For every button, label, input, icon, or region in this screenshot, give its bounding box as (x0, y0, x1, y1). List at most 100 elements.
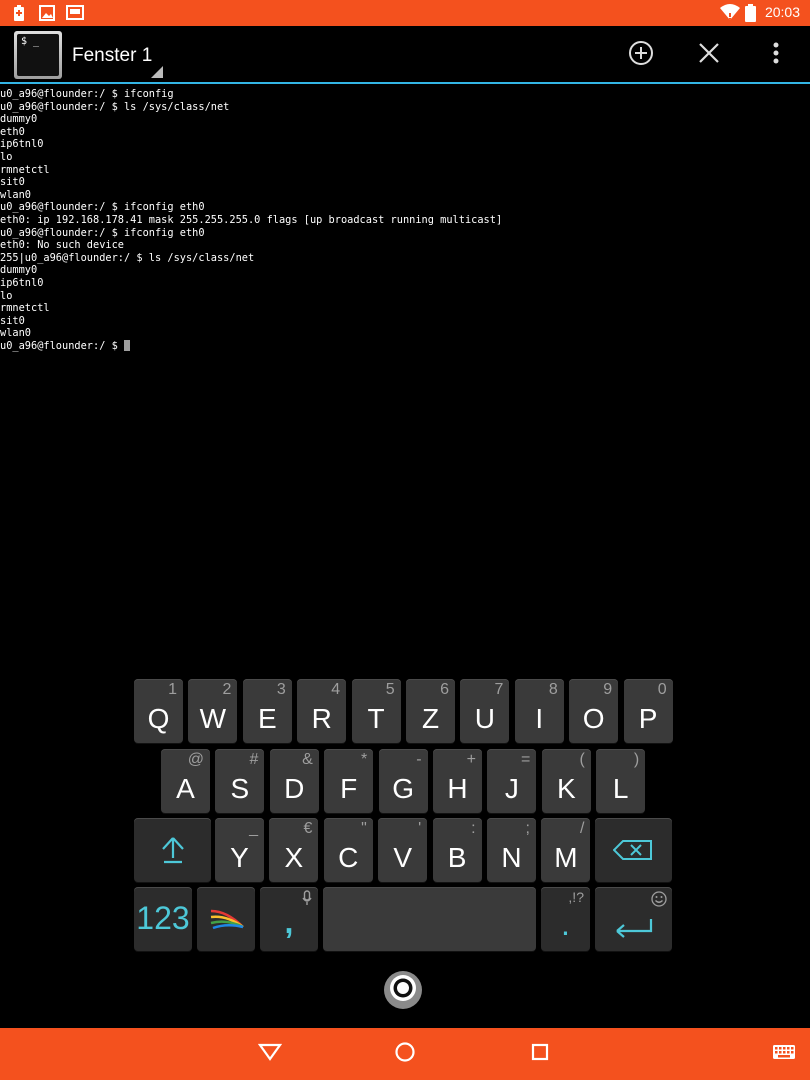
key-label: P (638, 703, 658, 734)
window-title[interactable]: Fenster 1 (72, 45, 152, 67)
key-m[interactable]: / M (541, 818, 591, 882)
image-notification-icon (39, 5, 55, 25)
key-g[interactable]: -G (378, 749, 428, 813)
key-z[interactable]: 6Z (406, 679, 455, 743)
key-label: I (535, 703, 544, 734)
battery-saver-icon (12, 5, 26, 25)
key-label: W (199, 703, 227, 734)
back-triangle-icon (257, 1043, 283, 1065)
key-q[interactable]: 1Q (134, 679, 183, 743)
new-window-button[interactable] (624, 38, 658, 72)
key-secondary-label: _ (249, 820, 258, 837)
home-button[interactable] (392, 1041, 418, 1067)
key-secondary-label: 1 (168, 681, 177, 698)
close-window-icon (698, 42, 720, 68)
key-o[interactable]: 9O (569, 679, 619, 743)
terminal-line: lo (0, 289, 13, 302)
recents-button[interactable] (527, 1041, 553, 1067)
key-label: A (176, 773, 195, 804)
shift-key[interactable] (134, 818, 211, 882)
comma-key-label: , (284, 904, 294, 940)
key-label: F (340, 773, 358, 804)
terminal-line: wlan0 (0, 327, 31, 340)
key-y[interactable]: _ Y (215, 818, 264, 882)
key-n[interactable]: ; N (487, 818, 536, 882)
enter-key[interactable] (595, 887, 672, 951)
comma-key[interactable]: , (260, 887, 318, 951)
keyboard-icon (772, 1044, 796, 1064)
key-r[interactable]: 4R (297, 679, 347, 743)
key-k[interactable]: (K (541, 749, 591, 813)
terminal-line: sit0 (0, 176, 25, 189)
key-label: O (582, 703, 605, 734)
app-icon-screen: $ _ (17, 34, 59, 76)
window-spinner-indicator[interactable] (151, 66, 163, 78)
terminal-prompt-line[interactable]: u0_a96@flounder:/ $ (0, 339, 810, 353)
key-secondary-label: 2 (222, 681, 232, 698)
key-secondary-label: 4 (331, 681, 341, 698)
key-label: C (338, 842, 359, 873)
backspace-icon (612, 840, 653, 865)
key-secondary-label: ; (525, 820, 530, 837)
key-d[interactable]: & D (269, 749, 319, 813)
key-label: K (556, 773, 576, 804)
key-label: Y (230, 842, 249, 873)
key-e[interactable]: 3E (242, 679, 292, 743)
key-secondary-label: : (471, 820, 476, 837)
status-bar: 20:03 (0, 0, 810, 26)
key-u[interactable]: 7U (460, 679, 510, 743)
terminal-line: dummy0 (0, 113, 38, 126)
back-button[interactable] (257, 1041, 283, 1067)
key-label: R (311, 703, 332, 734)
key-c[interactable]: " C (323, 818, 373, 882)
numbers-key[interactable]: 123 (134, 887, 192, 951)
numbers-key-label: 123 (136, 900, 190, 936)
terminal-output[interactable]: u0_a96@flounder:/ $ ifconfig u0_a96@flou… (0, 88, 810, 678)
recents-square-icon (530, 1042, 550, 1066)
key-secondary-label: / (579, 820, 585, 837)
key-secondary-label: + (466, 751, 476, 768)
key-t[interactable]: 5T (351, 679, 401, 743)
terminal-line: u0_a96@flounder:/ $ ifconfig eth0 (0, 201, 205, 214)
key-l[interactable]: ) L (596, 749, 646, 813)
key-w[interactable]: 2W (188, 679, 238, 743)
space-key[interactable] (323, 887, 536, 951)
key-label: Z (421, 703, 440, 734)
terminal-app-icon[interactable]: $ _ (14, 31, 62, 79)
key-i[interactable]: 8I (514, 679, 564, 743)
key-secondary-label: 8 (548, 681, 558, 698)
key-a[interactable]: @ A (161, 749, 210, 813)
key-secondary-label: 6 (440, 681, 449, 698)
backspace-key[interactable] (595, 818, 672, 882)
terminal-line: u0_a96@flounder:/ $ ifconfig (0, 88, 174, 100)
key-label: S (230, 773, 250, 804)
key-secondary-label: 0 (657, 681, 667, 698)
overflow-menu-icon (772, 41, 780, 69)
key-label: L (612, 773, 629, 804)
key-s[interactable]: # S (215, 749, 265, 813)
battery-icon (745, 4, 756, 26)
key-x[interactable]: € X (269, 818, 319, 882)
terminal-line: wlan0 (0, 188, 31, 201)
new-window-icon (628, 40, 654, 70)
key-p[interactable]: 0P (623, 679, 673, 743)
keyboard-hide-button[interactable] (384, 971, 422, 1009)
key-v[interactable]: ' V (378, 818, 428, 882)
key-b[interactable]: :B (432, 818, 482, 882)
key-label: T (367, 703, 385, 734)
overflow-menu-button[interactable] (759, 38, 793, 72)
terminal-line: eth0: ip 192.168.178.41 mask 255.255.255… (0, 213, 503, 226)
key-secondary-label: € (303, 820, 313, 837)
home-circle-icon (394, 1041, 416, 1067)
period-key[interactable]: ,!? . (541, 887, 590, 951)
key-secondary-label: # (249, 751, 259, 768)
key-secondary-label: & (302, 751, 313, 768)
key-j[interactable]: = J (487, 749, 537, 813)
key-secondary-label: 9 (603, 681, 613, 698)
key-h[interactable]: + H (433, 749, 482, 813)
terminal-line: sit0 (0, 314, 25, 327)
key-f[interactable]: * F (324, 749, 374, 813)
close-window-button[interactable] (692, 38, 726, 72)
swiftkey-key[interactable] (197, 887, 255, 951)
keyboard-switch-button[interactable] (770, 1041, 798, 1067)
